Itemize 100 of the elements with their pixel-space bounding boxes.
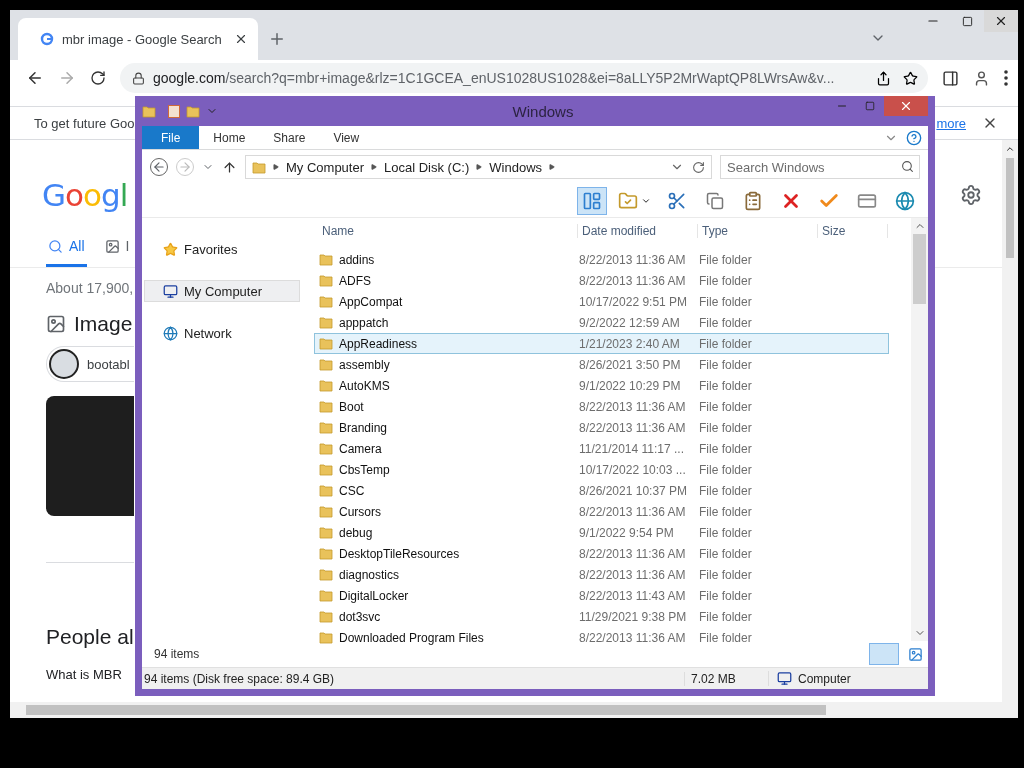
file-row[interactable]: CSC 8/26/2021 10:37 PM File folder bbox=[314, 480, 889, 501]
help-icon[interactable] bbox=[906, 129, 922, 146]
forward-button[interactable] bbox=[58, 69, 76, 87]
date-cell-text: 11/21/2014 11:17 ... bbox=[578, 441, 685, 456]
file-name: Boot bbox=[339, 399, 364, 414]
file-name: Camera bbox=[339, 441, 382, 456]
folder-icon bbox=[319, 295, 333, 308]
file-menu-button[interactable]: File bbox=[142, 126, 200, 149]
file-name: CSC bbox=[339, 483, 365, 498]
address-bar[interactable]: My Computer Local Disk (C:) Windows bbox=[245, 155, 712, 179]
date-cell-text: 9/1/2022 9:54 PM bbox=[578, 525, 675, 540]
nav-item[interactable]: Favorites bbox=[144, 238, 300, 260]
scrollbar[interactable] bbox=[911, 218, 928, 641]
file-row[interactable]: AppReadiness 1/21/2023 2:40 AM File folder bbox=[314, 333, 889, 354]
image-icon bbox=[46, 314, 66, 334]
scissors-icon bbox=[667, 190, 687, 211]
search-tab[interactable]: All bbox=[46, 232, 87, 267]
file-name: DesktopTileResources bbox=[339, 546, 460, 561]
file-name: CbsTemp bbox=[339, 462, 390, 477]
profile-button[interactable] bbox=[973, 69, 990, 87]
breadcrumb-item[interactable]: My Computer bbox=[286, 159, 365, 175]
type-cell-text: File folder bbox=[698, 336, 753, 351]
share-icon[interactable] bbox=[876, 70, 891, 86]
address-bar[interactable]: google.com/search?q=mbr+image&rlz=1C1GCEA_enUS1028US1028&ei=8aLLY5P2MrWaptQP8LWrsAw&v... bbox=[120, 63, 928, 93]
file-row[interactable]: AutoKMS 9/1/2022 10:29 PM File folder bbox=[314, 375, 889, 396]
file-row[interactable]: DigitalLocker 8/22/2013 11:43 AM File folder bbox=[314, 585, 889, 606]
close-icon[interactable] bbox=[234, 32, 248, 46]
menu-icon bbox=[1004, 70, 1008, 86]
file-row[interactable]: Cursors 8/22/2013 11:36 AM File folder bbox=[314, 501, 889, 522]
plus-icon bbox=[268, 30, 286, 48]
file-row[interactable]: Camera 11/21/2014 11:17 ... File folder bbox=[314, 438, 889, 459]
side-panel-icon bbox=[942, 69, 959, 87]
folder-icon bbox=[319, 526, 333, 539]
menu-button[interactable] bbox=[1004, 70, 1008, 86]
date-cell-text: 8/22/2013 11:36 AM bbox=[578, 252, 687, 267]
bookmark-star-icon[interactable] bbox=[903, 70, 918, 86]
google-logo[interactable]: Googl bbox=[42, 177, 128, 213]
arrow-icon bbox=[549, 164, 556, 170]
favicon bbox=[40, 32, 54, 46]
back-button[interactable] bbox=[26, 69, 44, 87]
folder-icon bbox=[319, 253, 333, 266]
item-count: 94 items bbox=[153, 647, 201, 663]
globe-icon bbox=[163, 325, 178, 341]
question-text[interactable]: What is MBR bbox=[46, 667, 122, 682]
globe-icon bbox=[895, 190, 915, 211]
new-tab-button[interactable] bbox=[268, 30, 286, 48]
file-row[interactable]: diagnostics 8/22/2013 11:36 AM File folder bbox=[314, 564, 889, 585]
file-row[interactable]: debug 9/1/2022 9:54 PM File folder bbox=[314, 522, 889, 543]
ribbon-tab[interactable]: Home bbox=[199, 126, 260, 149]
file-name: debug bbox=[339, 525, 373, 540]
file-row[interactable]: DesktopTileResources 8/22/2013 11:36 AM File folder bbox=[314, 543, 889, 564]
arrow-icon bbox=[273, 164, 279, 170]
scrollbar[interactable] bbox=[10, 702, 1018, 718]
folder-icon bbox=[319, 358, 333, 371]
file-row[interactable]: ADFS 8/22/2013 11:36 AM File folder bbox=[314, 270, 889, 291]
settings-icon[interactable] bbox=[960, 184, 982, 206]
nav-item[interactable]: Network bbox=[144, 322, 300, 344]
file-row[interactable]: addins 8/22/2013 11:36 AM File folder bbox=[314, 249, 889, 270]
infobar-link[interactable]: more bbox=[936, 115, 966, 131]
person-icon bbox=[973, 69, 990, 87]
folder-icon bbox=[319, 442, 333, 455]
file-row[interactable]: apppatch 9/2/2022 12:59 AM File folder bbox=[314, 312, 889, 333]
properties-icon[interactable] bbox=[168, 104, 180, 118]
file-name: diagnostics bbox=[339, 567, 400, 582]
column-header[interactable]: Name bbox=[318, 224, 578, 238]
type-cell-text: File folder bbox=[698, 252, 753, 267]
scrollbar-thumb bbox=[913, 234, 926, 304]
search-field[interactable]: Search Windows bbox=[720, 155, 920, 179]
nav-item[interactable]: My Computer bbox=[144, 280, 300, 302]
clipboard-icon bbox=[743, 190, 763, 211]
file-row[interactable]: assembly 8/26/2021 3:50 PM File folder bbox=[314, 354, 889, 375]
infobar-text: To get future Goo bbox=[34, 115, 135, 131]
file-row[interactable]: CbsTemp 10/17/2022 10:03 ... File folder bbox=[314, 459, 889, 480]
breadcrumb-item[interactable]: Windows bbox=[489, 159, 543, 175]
browser-tab[interactable]: mbr image - Google Search bbox=[18, 18, 258, 60]
search-tab[interactable]: I bbox=[102, 232, 132, 267]
file-row[interactable]: Downloaded Program Files 8/22/2013 11:36 AM File folder bbox=[314, 627, 889, 648]
file-row[interactable]: Boot 8/22/2013 11:36 AM File folder bbox=[314, 396, 889, 417]
ribbon-tab[interactable]: View bbox=[319, 126, 374, 149]
search-icon bbox=[48, 238, 63, 254]
column-header[interactable]: Size bbox=[818, 224, 888, 238]
file-row[interactable]: AppCompat 10/17/2022 9:51 PM File folder bbox=[314, 291, 889, 312]
column-header[interactable]: Date modified bbox=[578, 224, 698, 238]
ribbon-tab[interactable]: Share bbox=[259, 126, 320, 149]
reload-button[interactable] bbox=[90, 70, 106, 86]
type-cell-text: File folder bbox=[698, 441, 753, 456]
column-header[interactable]: Type bbox=[698, 224, 818, 238]
up-button[interactable] bbox=[222, 159, 237, 175]
scrollbar[interactable] bbox=[1002, 140, 1018, 702]
close-icon bbox=[899, 99, 913, 113]
refresh-icon[interactable] bbox=[692, 160, 705, 174]
file-row[interactable]: dot3svc 11/29/2021 9:38 PM File folder bbox=[314, 606, 889, 627]
file-row[interactable]: Branding 8/22/2013 11:36 AM File folder bbox=[314, 417, 889, 438]
close-button[interactable] bbox=[984, 10, 1018, 32]
reload-icon bbox=[90, 70, 106, 86]
type-cell-text: File folder bbox=[698, 315, 753, 330]
breadcrumb-item[interactable]: Local Disk (C:) bbox=[384, 159, 470, 175]
file-name: dot3svc bbox=[339, 609, 381, 624]
side-panel-button[interactable] bbox=[942, 69, 959, 87]
preview-pane-button[interactable] bbox=[577, 186, 607, 215]
